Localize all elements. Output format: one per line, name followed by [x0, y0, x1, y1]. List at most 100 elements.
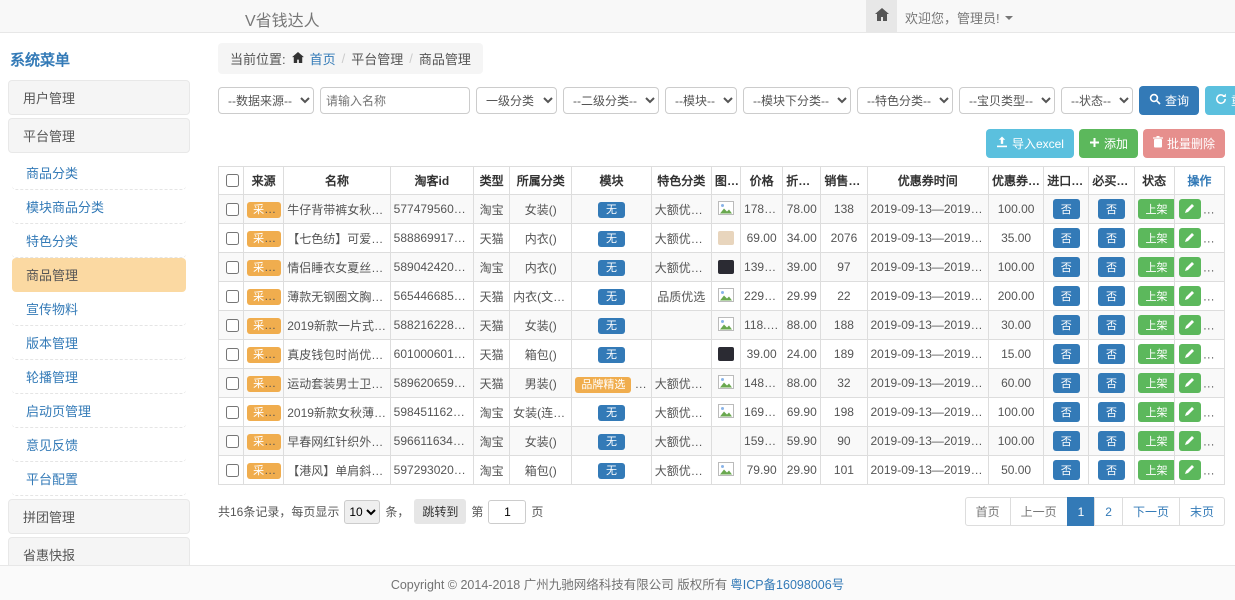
row-checkbox[interactable] — [226, 348, 239, 361]
must-buy-toggle[interactable]: 否 — [1098, 344, 1125, 364]
must-buy-toggle[interactable]: 否 — [1098, 199, 1125, 219]
edit-button[interactable] — [1179, 460, 1201, 480]
filter-select---数据来源--[interactable]: --数据来源-- — [218, 87, 314, 114]
must-buy-toggle[interactable]: 否 — [1098, 286, 1125, 306]
edit-button[interactable] — [1179, 199, 1201, 219]
sidebar-item-特色分类[interactable]: 特色分类 — [12, 224, 186, 258]
row-checkbox[interactable] — [226, 406, 239, 419]
row-checkbox[interactable] — [226, 377, 239, 390]
import-toggle[interactable]: 否 — [1053, 373, 1080, 393]
edit-button[interactable] — [1179, 315, 1201, 335]
sidebar-item-模块商品分类[interactable]: 模块商品分类 — [12, 190, 186, 224]
import-excel-button[interactable]: 导入excel — [986, 129, 1074, 158]
filter-select---特色分类--[interactable]: --特色分类-- — [857, 87, 953, 114]
sidebar-item-轮播管理[interactable]: 轮播管理 — [12, 360, 186, 394]
row-checkbox[interactable] — [226, 319, 239, 332]
must-buy-toggle[interactable]: 否 — [1098, 257, 1125, 277]
coupon-time: 2019-09-13—2019-09-17 — [867, 398, 988, 427]
filter-select---二级分类--[interactable]: --二级分类-- — [563, 87, 659, 114]
status-toggle[interactable]: 上架 — [1138, 199, 1175, 219]
home-icon — [875, 8, 889, 24]
sidebar-item-版本管理[interactable]: 版本管理 — [12, 326, 186, 360]
operations-cell — [1174, 195, 1224, 224]
must-buy-toggle[interactable]: 否 — [1098, 315, 1125, 335]
sidebar-group-拼团管理[interactable]: 拼团管理 — [8, 499, 190, 534]
status-toggle[interactable]: 上架 — [1138, 228, 1175, 248]
filter-select-一级分类[interactable]: 一级分类 — [476, 87, 557, 114]
import-toggle[interactable]: 否 — [1053, 460, 1080, 480]
must-buy-toggle[interactable]: 否 — [1098, 402, 1125, 422]
per-page-select[interactable]: 10 — [344, 500, 380, 524]
sidebar-item-启动页管理[interactable]: 启动页管理 — [12, 394, 186, 428]
import-cell: 否 — [1044, 224, 1089, 253]
sidebar-title: 系统菜单 — [8, 41, 190, 80]
feature-category: 大额优惠券 — [651, 456, 711, 485]
status-toggle[interactable]: 上架 — [1138, 431, 1175, 451]
page-button-上一页[interactable]: 上一页 — [1010, 497, 1068, 526]
edit-button[interactable] — [1179, 228, 1201, 248]
row-checkbox[interactable] — [226, 261, 239, 274]
edit-button[interactable] — [1179, 344, 1201, 364]
breadcrumb-home-link[interactable]: 首页 — [310, 49, 336, 68]
page-button-2[interactable]: 2 — [1094, 497, 1123, 526]
row-checkbox[interactable] — [226, 464, 239, 477]
page-button-1[interactable]: 1 — [1067, 497, 1096, 526]
filter-select---宝贝类型--[interactable]: --宝贝类型-- — [959, 87, 1055, 114]
status-toggle[interactable]: 上架 — [1138, 286, 1175, 306]
page-button-末页[interactable]: 末页 — [1179, 497, 1225, 526]
status-toggle[interactable]: 上架 — [1138, 257, 1175, 277]
sidebar-group-用户管理[interactable]: 用户管理 — [8, 80, 190, 115]
must-buy-toggle[interactable]: 否 — [1098, 431, 1125, 451]
must-buy-cell: 否 — [1089, 195, 1134, 224]
page-button-首页[interactable]: 首页 — [965, 497, 1011, 526]
edit-icon — [1184, 289, 1195, 304]
sidebar-item-意见反馈[interactable]: 意见反馈 — [12, 428, 186, 462]
edit-button[interactable] — [1179, 402, 1201, 422]
jump-button[interactable]: 跳转到 — [414, 499, 466, 524]
select-all-checkbox[interactable] — [226, 174, 239, 187]
batch-delete-button[interactable]: 批量删除 — [1143, 129, 1225, 158]
import-toggle[interactable]: 否 — [1053, 431, 1080, 451]
home-button[interactable] — [866, 0, 897, 32]
row-checkbox[interactable] — [226, 203, 239, 216]
page-button-下一页[interactable]: 下一页 — [1122, 497, 1180, 526]
sidebar-item-平台配置[interactable]: 平台配置 — [12, 462, 186, 496]
sidebar-item-商品管理[interactable]: 商品管理 — [12, 258, 186, 292]
sidebar-group-省惠快报[interactable]: 省惠快报 — [8, 537, 190, 565]
search-button[interactable]: 查询 — [1139, 86, 1199, 115]
name-search-input[interactable] — [320, 87, 470, 114]
import-toggle[interactable]: 否 — [1053, 315, 1080, 335]
import-toggle[interactable]: 否 — [1053, 286, 1080, 306]
sidebar-group-平台管理[interactable]: 平台管理 — [8, 118, 190, 153]
icp-link[interactable]: 粤ICP备16098006号 — [730, 574, 844, 593]
import-toggle[interactable]: 否 — [1053, 257, 1080, 277]
status-toggle[interactable]: 上架 — [1138, 344, 1175, 364]
row-checkbox[interactable] — [226, 232, 239, 245]
must-buy-toggle[interactable]: 否 — [1098, 460, 1125, 480]
status-toggle[interactable]: 上架 — [1138, 315, 1175, 335]
reset-button[interactable]: 重置 — [1205, 86, 1235, 115]
status-toggle[interactable]: 上架 — [1138, 460, 1175, 480]
edit-button[interactable] — [1179, 286, 1201, 306]
import-toggle[interactable]: 否 — [1053, 228, 1080, 248]
import-toggle[interactable]: 否 — [1053, 199, 1080, 219]
filter-select---模块--[interactable]: --模块-- — [665, 87, 737, 114]
edit-button[interactable] — [1179, 431, 1201, 451]
filter-select---状态--[interactable]: --状态-- — [1061, 87, 1133, 114]
row-checkbox[interactable] — [226, 435, 239, 448]
status-toggle[interactable]: 上架 — [1138, 402, 1175, 422]
import-toggle[interactable]: 否 — [1053, 402, 1080, 422]
add-button[interactable]: 添加 — [1079, 129, 1138, 158]
must-buy-toggle[interactable]: 否 — [1098, 228, 1125, 248]
sidebar-item-商品分类[interactable]: 商品分类 — [12, 156, 186, 190]
jump-page-input[interactable] — [488, 500, 526, 524]
user-menu[interactable]: 欢迎您，管理员! — [905, 8, 1013, 27]
filter-select---模块下分类--[interactable]: --模块下分类-- — [743, 87, 851, 114]
must-buy-toggle[interactable]: 否 — [1098, 373, 1125, 393]
edit-button[interactable] — [1179, 257, 1201, 277]
edit-button[interactable] — [1179, 373, 1201, 393]
row-checkbox[interactable] — [226, 290, 239, 303]
import-toggle[interactable]: 否 — [1053, 344, 1080, 364]
status-toggle[interactable]: 上架 — [1138, 373, 1175, 393]
sidebar-item-宣传物料[interactable]: 宣传物料 — [12, 292, 186, 326]
